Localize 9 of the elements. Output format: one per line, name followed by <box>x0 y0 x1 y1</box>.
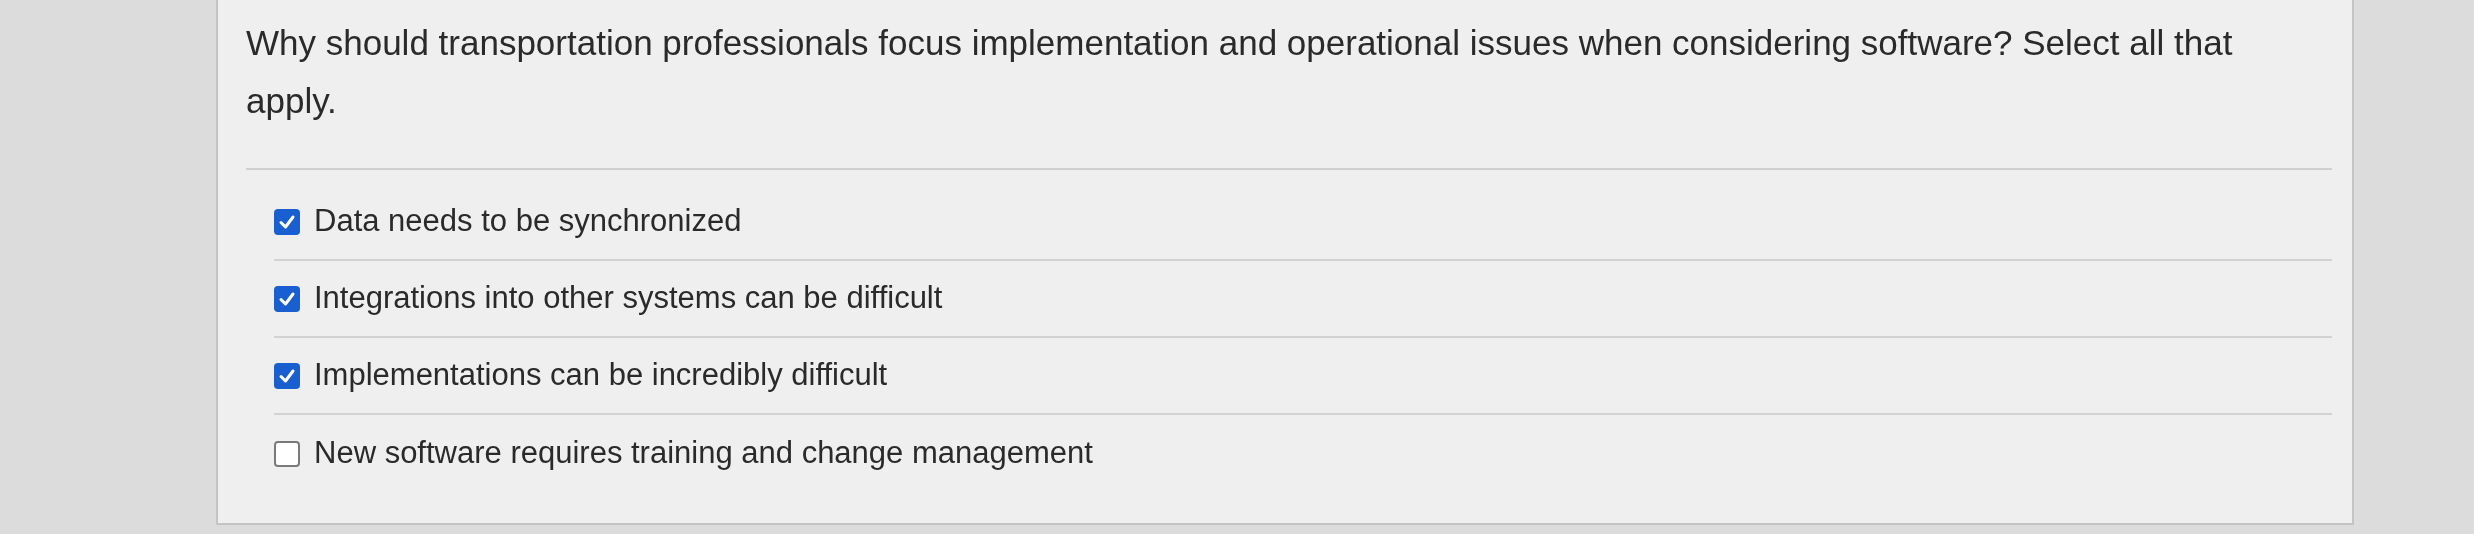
option-label: Integrations into other systems can be difficult <box>314 279 943 318</box>
checkbox[interactable] <box>274 440 300 467</box>
checkbox[interactable] <box>274 362 300 389</box>
option-label: New software requires training and change management <box>314 434 1093 473</box>
question-text: Why should transportation professionals focus implementation and operational issues when considering software? Select all that apply. <box>246 22 2234 122</box>
option-label: Data needs to be synchronized <box>314 202 742 241</box>
checkbox[interactable] <box>274 208 300 235</box>
checkbox[interactable] <box>274 285 300 312</box>
option-label: Implementations can be incredibly difficult <box>314 356 888 395</box>
